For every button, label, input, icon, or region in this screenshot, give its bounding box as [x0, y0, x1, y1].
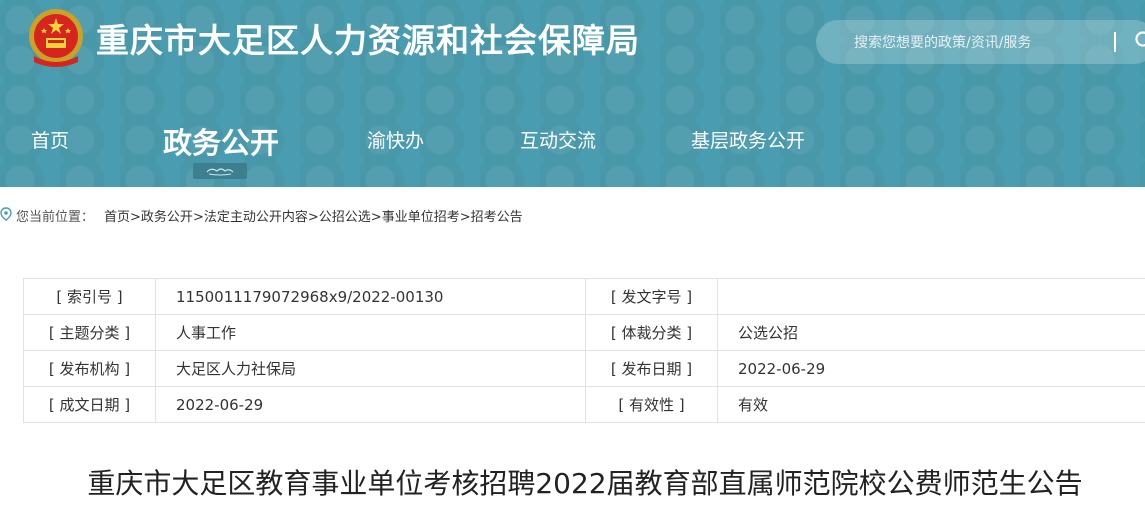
- breadcrumb-item-institution-exam[interactable]: 事业单位招考: [382, 210, 460, 225]
- meta-value-publish-date: 2022-06-29: [717, 350, 1145, 387]
- meta-value-publisher: 大足区人力社保局: [155, 350, 586, 387]
- meta-label-doc-number: [ 发文字号 ]: [585, 278, 718, 315]
- location-pin-icon: [0, 207, 12, 221]
- breadcrumb-item-recruitment[interactable]: 公招公选: [319, 210, 371, 225]
- search-divider: [1114, 32, 1116, 52]
- nav-item-grassroots[interactable]: 基层政务公开: [691, 126, 805, 153]
- meta-value-written-date: 2022-06-29: [155, 386, 586, 423]
- meta-label-publisher: [ 发布机构 ]: [23, 350, 156, 387]
- main-nav: 首页 政务公开 渝快办 互动交流 基层政务公开: [0, 118, 1145, 168]
- breadcrumb-item-statutory[interactable]: 法定主动公开内容: [204, 210, 308, 225]
- breadcrumb-label: 您当前位置：: [16, 210, 95, 225]
- meta-label-written-date: [ 成文日期 ]: [23, 386, 156, 423]
- breadcrumb-item-exam-notice[interactable]: 招考公告: [471, 210, 523, 225]
- search-box[interactable]: [816, 20, 1145, 64]
- meta-label-genre: [ 体裁分类 ]: [585, 314, 718, 351]
- nav-item-yukuaiban[interactable]: 渝快办: [367, 126, 424, 153]
- breadcrumb-item-home[interactable]: 首页: [104, 210, 130, 225]
- breadcrumb-separator: >: [370, 210, 382, 225]
- search-icon[interactable]: [1134, 30, 1145, 52]
- site-header: 重庆市大足区人力资源和社会保障局 首页 政务公开 渝快办 互动交流 基层政务公开: [0, 0, 1145, 187]
- meta-value-validity: 有效: [717, 386, 1145, 423]
- breadcrumb-separator: >: [459, 210, 471, 225]
- site-title[interactable]: 重庆市大足区人力资源和社会保障局: [96, 14, 640, 62]
- meta-value-topic: 人事工作: [155, 314, 586, 351]
- document-meta-table: [ 索引号 ] 1150011179072968x9/2022-00130 [ …: [23, 278, 1145, 423]
- search-input[interactable]: [852, 28, 1106, 58]
- article-title: 重庆市大足区教育事业单位考核招聘2022届教育部直属师范院校公费师范生公告: [87, 467, 1083, 500]
- breadcrumb-separator: >: [307, 210, 319, 225]
- meta-label-validity: [ 有效性 ]: [585, 386, 718, 423]
- meta-value-doc-number: [717, 278, 1145, 315]
- meta-label-topic: [ 主题分类 ]: [23, 314, 156, 351]
- breadcrumb-trail: 首页>政务公开>法定主动公开内容>公招公选>事业单位招考>招考公告: [104, 206, 523, 225]
- meta-label-publish-date: [ 发布日期 ]: [585, 350, 718, 387]
- meta-value-genre: 公选公招: [717, 314, 1145, 351]
- breadcrumb-item-gov-affairs[interactable]: 政务公开: [141, 210, 193, 225]
- meta-label-index: [ 索引号 ]: [23, 278, 156, 315]
- breadcrumb-separator: >: [192, 210, 204, 225]
- nav-active-indicator: [193, 163, 247, 179]
- table-row: [ 索引号 ] 1150011179072968x9/2022-00130 [ …: [23, 278, 1145, 315]
- table-row: [ 发布机构 ] 大足区人力社保局 [ 发布日期 ] 2022-06-29: [23, 350, 1145, 387]
- nav-item-interaction[interactable]: 互动交流: [520, 126, 596, 153]
- table-row: [ 主题分类 ] 人事工作 [ 体裁分类 ] 公选公招: [23, 314, 1145, 351]
- cloud-ornament-icon: [206, 168, 234, 176]
- nav-item-home[interactable]: 首页: [31, 126, 69, 153]
- national-emblem-icon[interactable]: [24, 6, 88, 70]
- breadcrumb-separator: >: [130, 210, 141, 225]
- meta-value-index: 1150011179072968x9/2022-00130: [155, 278, 586, 315]
- table-row: [ 成文日期 ] 2022-06-29 [ 有效性 ] 有效: [23, 386, 1145, 423]
- nav-item-gov-affairs[interactable]: 政务公开: [163, 120, 279, 162]
